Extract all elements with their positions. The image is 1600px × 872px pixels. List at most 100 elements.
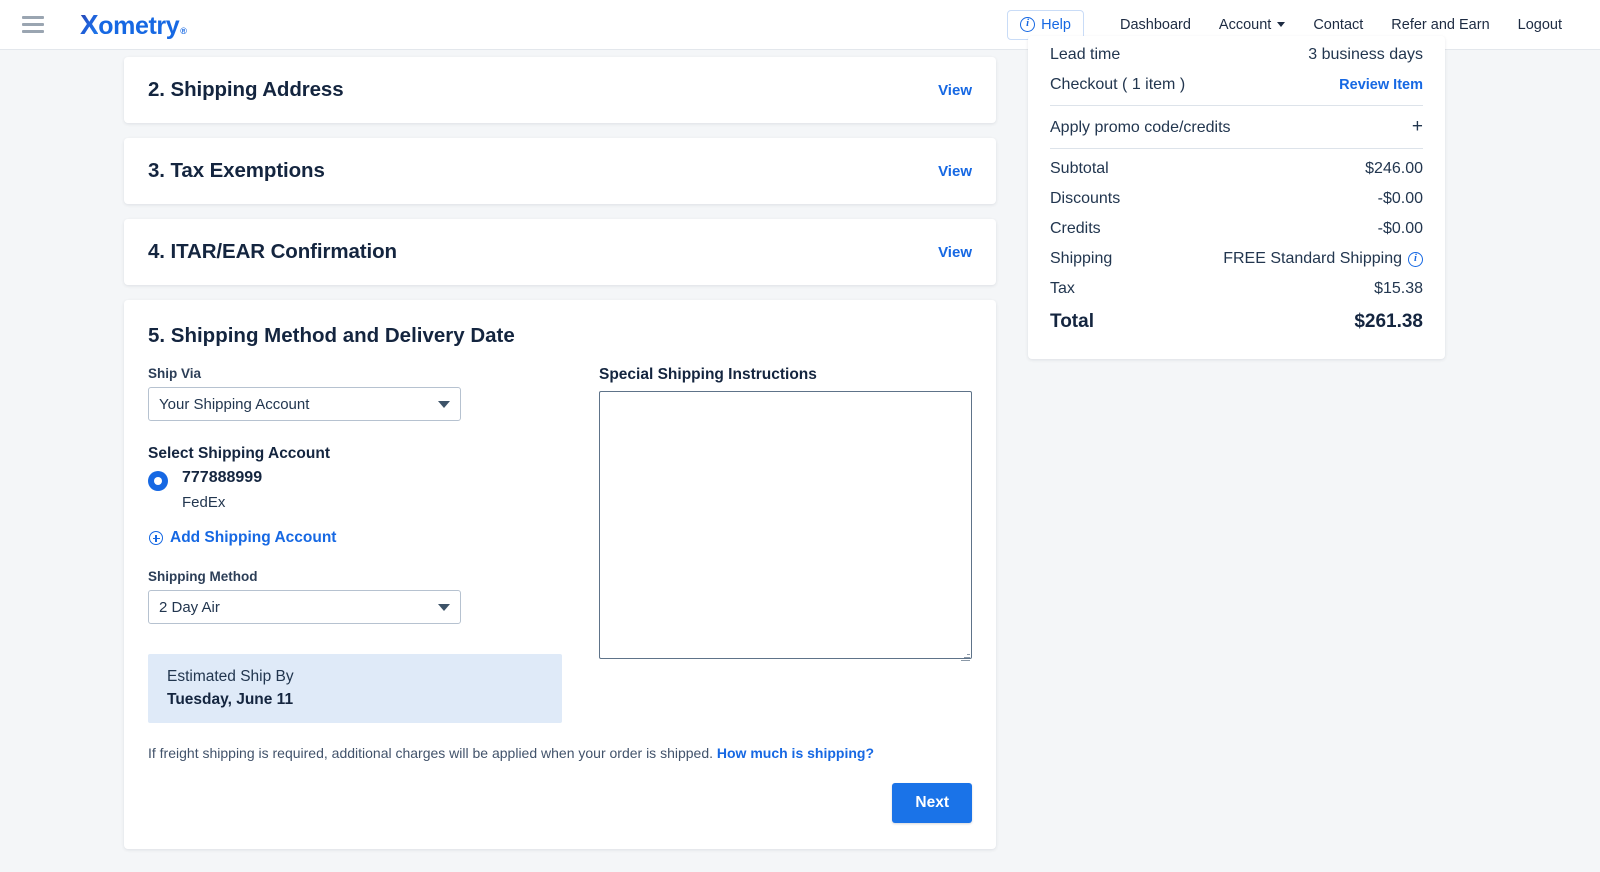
- nav-label: Account: [1218, 16, 1272, 33]
- hamburger-menu-icon[interactable]: [22, 16, 44, 33]
- view-link[interactable]: View: [938, 163, 972, 180]
- step-title: 4. ITAR/EAR Confirmation: [148, 240, 397, 263]
- subtotal-value: $246.00: [1365, 160, 1423, 177]
- next-button-row: Next: [148, 783, 972, 824]
- nav-label: Contact: [1313, 16, 1364, 33]
- step-title: 3. Tax Exemptions: [148, 159, 325, 182]
- summary-row-subtotal: Subtotal $246.00: [1050, 154, 1423, 184]
- chevron-down-icon: [1277, 22, 1286, 27]
- header-nav-links: i Help Dashboard Account Contact Refer a…: [1007, 9, 1576, 40]
- radio-button-selected[interactable]: [148, 471, 168, 491]
- step-card-itar-ear-confirmation[interactable]: 4. ITAR/EAR Confirmation View: [124, 219, 996, 285]
- special-instructions-wrapper: [599, 391, 972, 664]
- promo-label: Apply promo code/credits: [1050, 119, 1231, 136]
- order-summary-column: Lead time 3 business days Checkout ( 1 i…: [1028, 36, 1445, 359]
- ship-via-value: Your Shipping Account: [159, 395, 310, 413]
- summary-row-tax: Tax $15.38: [1050, 274, 1423, 304]
- special-instructions-label: Special Shipping Instructions: [599, 366, 817, 383]
- xometry-logo[interactable]: Xometry ®: [80, 9, 187, 41]
- shipping-account-carrier: FedEx: [182, 494, 226, 512]
- shipping-form-columns: Ship Via Your Shipping Account Select Sh…: [148, 366, 972, 724]
- step-card-shipping-method: 5. Shipping Method and Delivery Date Shi…: [124, 300, 996, 850]
- chevron-down-icon: [438, 400, 450, 408]
- ship-via-select[interactable]: Your Shipping Account: [148, 387, 461, 421]
- checkout-label: Checkout ( 1 item ): [1050, 76, 1186, 93]
- help-button[interactable]: i Help: [1007, 9, 1084, 40]
- shipping-value: FREE Standard Shipping: [1223, 250, 1402, 267]
- subtotal-label: Subtotal: [1050, 160, 1109, 177]
- add-shipping-account-link[interactable]: Add Shipping Account: [149, 529, 577, 547]
- step-card-tax-exemptions[interactable]: 3. Tax Exemptions View: [124, 138, 996, 204]
- credits-label: Credits: [1050, 220, 1101, 237]
- shipping-form-left-column: Ship Via Your Shipping Account Select Sh…: [148, 366, 577, 724]
- shipping-account-number: 777888999: [182, 469, 263, 486]
- summary-row-discounts: Discounts -$0.00: [1050, 184, 1423, 214]
- review-item-link[interactable]: Review Item: [1339, 77, 1423, 93]
- plus-circle-icon: [149, 531, 163, 546]
- radio-dot-icon: [154, 477, 162, 485]
- discounts-value: -$0.00: [1377, 190, 1423, 207]
- select-shipping-account-label: Select Shipping Account: [148, 445, 330, 462]
- nav-item-dashboard[interactable]: Dashboard: [1106, 11, 1205, 39]
- nav-item-logout[interactable]: Logout: [1504, 11, 1576, 39]
- checkout-page: 2. Shipping Address View 3. Tax Exemptio…: [0, 36, 1600, 872]
- summary-row-lead-time: Lead time 3 business days: [1050, 36, 1423, 70]
- shipping-info-icon[interactable]: i: [1408, 251, 1423, 267]
- ship-via-label: Ship Via: [148, 366, 202, 381]
- view-link[interactable]: View: [938, 82, 972, 99]
- summary-row-total: Total $261.38: [1050, 304, 1423, 339]
- nav-item-refer-and-earn[interactable]: Refer and Earn: [1377, 11, 1503, 39]
- chevron-down-icon: [438, 603, 450, 611]
- shipping-account-details: 777888999 FedEx: [182, 469, 262, 511]
- logo-trademark-icon: ®: [180, 25, 187, 36]
- step-card-shipping-address[interactable]: 2. Shipping Address View: [124, 57, 996, 123]
- summary-row-shipping: Shipping FREE Standard Shipping i: [1050, 244, 1423, 274]
- shipping-method-label: Shipping Method: [148, 569, 258, 585]
- lead-time-value: 3 business days: [1308, 46, 1423, 63]
- estimated-ship-by-label: Estimated Ship By: [167, 668, 294, 686]
- total-label: Total: [1050, 311, 1094, 332]
- shipping-label: Shipping: [1050, 250, 1113, 267]
- tax-label: Tax: [1050, 280, 1075, 297]
- add-shipping-account-label: Add Shipping Account: [170, 529, 337, 547]
- step-title: 2. Shipping Address: [148, 78, 344, 101]
- nav-item-account[interactable]: Account: [1205, 11, 1299, 39]
- shipping-value-group: FREE Standard Shipping i: [1223, 250, 1423, 268]
- summary-row-promo[interactable]: Apply promo code/credits +: [1050, 111, 1423, 143]
- total-value: $261.38: [1354, 311, 1423, 332]
- estimated-ship-by-date: Tuesday, June 11: [167, 691, 294, 709]
- shipping-method-value: 2 Day Air: [159, 598, 220, 616]
- shipping-form-right-column: Special Shipping Instructions: [577, 366, 972, 723]
- freight-footnote: If freight shipping is required, additio…: [148, 745, 972, 761]
- promo-expand-icon[interactable]: +: [1412, 117, 1423, 136]
- special-instructions-input[interactable]: [599, 391, 972, 659]
- estimated-ship-by-box: Estimated Ship By Tuesday, June 11: [148, 654, 562, 724]
- view-link[interactable]: View: [938, 244, 972, 261]
- lead-time-label: Lead time: [1050, 46, 1121, 63]
- summary-row-credits: Credits -$0.00: [1050, 214, 1423, 244]
- how-much-is-shipping-link[interactable]: How much is shipping?: [717, 745, 874, 761]
- logo-wordmark: ometry: [98, 11, 180, 40]
- hamburger-line: [22, 23, 44, 26]
- order-summary-panel: Lead time 3 business days Checkout ( 1 i…: [1028, 36, 1445, 359]
- credits-value: -$0.00: [1377, 220, 1423, 237]
- nav-label: Refer and Earn: [1391, 16, 1490, 33]
- nav-label: Logout: [1517, 16, 1562, 33]
- freight-footnote-text: If freight shipping is required, additio…: [148, 745, 713, 762]
- summary-row-checkout: Checkout ( 1 item ) Review Item: [1050, 70, 1423, 100]
- discounts-label: Discounts: [1050, 190, 1121, 207]
- shipping-account-option[interactable]: 777888999 FedEx: [148, 469, 577, 511]
- divider: [1050, 105, 1423, 106]
- tax-value: $15.38: [1374, 280, 1423, 297]
- info-icon: i: [1020, 17, 1036, 32]
- hamburger-line: [22, 30, 44, 33]
- hamburger-line: [22, 16, 44, 19]
- shipping-method-select[interactable]: 2 Day Air: [148, 590, 461, 625]
- checkout-steps-column: 2. Shipping Address View 3. Tax Exemptio…: [124, 50, 996, 864]
- nav-label: Dashboard: [1119, 16, 1191, 33]
- help-button-label: Help: [1041, 16, 1071, 33]
- nav-item-contact[interactable]: Contact: [1299, 11, 1377, 39]
- divider: [1050, 148, 1423, 149]
- section-title: 5. Shipping Method and Delivery Date: [148, 324, 515, 347]
- next-button[interactable]: Next: [892, 783, 972, 824]
